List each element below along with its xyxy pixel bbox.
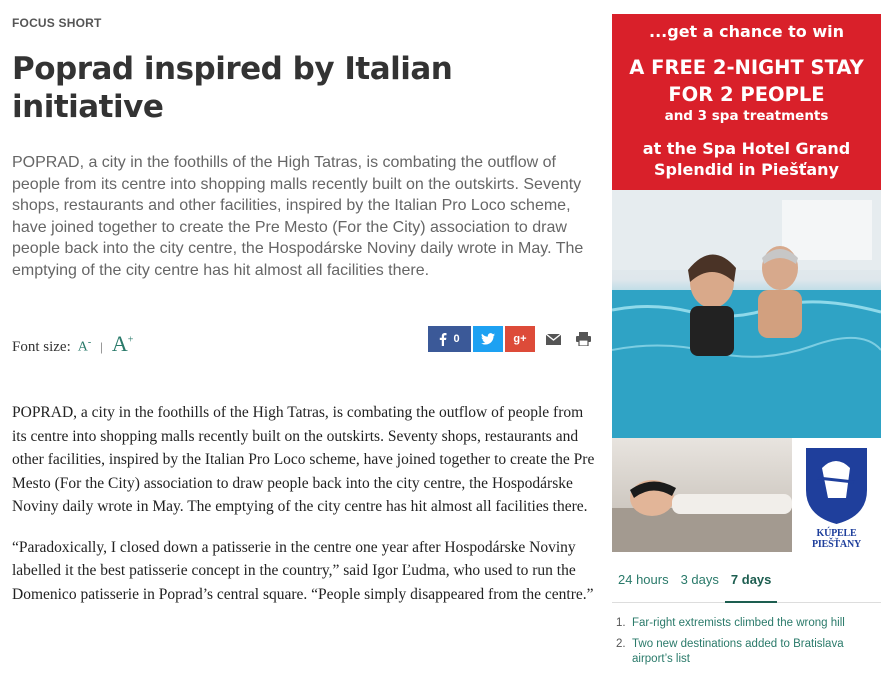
font-size-separator: | — [100, 339, 103, 354]
spa-illustration — [612, 480, 792, 552]
ad-line-4: at the Spa Hotel Grand Splendid in Piešť… — [642, 139, 851, 179]
list-item-number: 1. — [616, 617, 626, 629]
mail-icon — [545, 333, 561, 345]
googleplus-icon: g+ — [513, 333, 527, 345]
tab-24-hours[interactable]: 24 hours — [612, 565, 675, 603]
ad-line-2: A FREE 2-NIGHT STAY FOR 2 PEOPLE — [629, 56, 864, 106]
tab-3-days[interactable]: 3 days — [675, 565, 725, 603]
page-title: Poprad inspired by Italian initiative — [12, 51, 453, 125]
googleplus-share-button[interactable]: g+ — [505, 326, 535, 352]
ad-bottom-strip: KÚPELE PIEŠŤANY — [612, 438, 881, 552]
font-size-decrease-button[interactable]: A- — [78, 337, 91, 356]
most-read-list: 1. Far-right extremists climbed the wron… — [612, 616, 881, 673]
article-body: POPRAD, a city in the foothills of the H… — [12, 401, 597, 623]
pool-illustration — [612, 190, 881, 438]
font-size-increase-letter: A — [111, 331, 128, 356]
ad-line-3: and 3 spa treatments — [664, 108, 829, 124]
list-item-link[interactable]: Two new destinations added to Bratislava… — [632, 637, 872, 667]
font-size-increase-sign: + — [127, 334, 134, 346]
logo-text: KÚPELE PIEŠŤANY — [812, 528, 861, 550]
facebook-share-button[interactable]: 0 — [428, 326, 471, 352]
print-button[interactable] — [571, 326, 595, 352]
twitter-icon — [481, 333, 495, 345]
ad-pool-photo — [612, 190, 881, 438]
tab-7-days[interactable]: 7 days — [724, 565, 778, 603]
ad-line-1: ...get a chance to win — [649, 22, 844, 41]
facebook-share-count: 0 — [453, 333, 460, 345]
share-bar: 0 g+ — [428, 326, 597, 352]
font-size-label: Font size: — [12, 339, 71, 355]
advertisement-banner[interactable]: ...get a chance to win A FREE 2-NIGHT ST… — [612, 14, 881, 552]
article-lead: POPRAD, a city in the foothills of the H… — [12, 154, 584, 279]
ad-headline-block: ...get a chance to win A FREE 2-NIGHT ST… — [612, 14, 881, 190]
article-paragraph: “Paradoxically, I closed down a patisser… — [12, 538, 594, 603]
font-size-increase-button[interactable]: A+ — [112, 331, 134, 357]
facebook-icon — [440, 332, 447, 346]
font-size-decrease-letter: A — [77, 340, 88, 355]
most-read-tabs: 24 hours 3 days 7 days — [612, 565, 881, 603]
list-item-number: 2. — [616, 638, 626, 650]
list-item-link[interactable]: Far-right extremists climbed the wrong h… — [632, 616, 872, 631]
email-share-button[interactable] — [541, 326, 565, 352]
list-item: 1. Far-right extremists climbed the wron… — [612, 616, 881, 631]
kupele-piestany-logo: KÚPELE PIEŠŤANY — [792, 438, 881, 552]
article-paragraph: POPRAD, a city in the foothills of the H… — [12, 404, 595, 515]
twitter-share-button[interactable] — [473, 326, 503, 352]
font-size-decrease-sign: - — [87, 337, 92, 349]
font-size-control: Font size: A- | A+ — [12, 331, 133, 357]
ad-spa-photo — [612, 438, 792, 552]
list-item: 2. Two new destinations added to Bratisl… — [612, 637, 881, 667]
article-kicker[interactable]: FOCUS SHORT — [12, 16, 102, 30]
piestany-logo-icon — [806, 448, 867, 524]
print-icon — [575, 332, 591, 346]
